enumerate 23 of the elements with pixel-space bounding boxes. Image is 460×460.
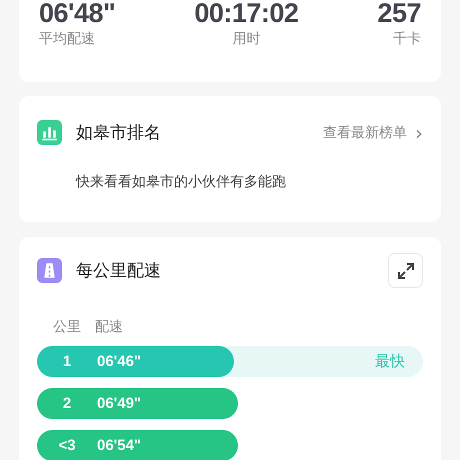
card-title: 如皋市排名 bbox=[76, 122, 161, 144]
road-icon bbox=[37, 258, 62, 283]
stat-value: 06'48" bbox=[39, 0, 116, 26]
pace-value: 06'49" bbox=[97, 395, 142, 412]
expand-icon bbox=[396, 260, 416, 280]
description-text: 快来看看如皋市的小伙伴有多能跑 bbox=[76, 173, 287, 191]
stat-value: 00:17:02 bbox=[194, 0, 298, 26]
km-number: <3 bbox=[57, 437, 77, 454]
km-number: 2 bbox=[62, 395, 72, 412]
pace-value: 06'54" bbox=[97, 437, 142, 454]
expand-button[interactable] bbox=[388, 253, 423, 288]
stat-label: 用时 bbox=[232, 30, 260, 48]
stat-label: 平均配速 bbox=[39, 30, 96, 48]
card-title: 每公里配速 bbox=[76, 260, 161, 282]
column-header: 公里 bbox=[53, 318, 81, 336]
leaderboard-link[interactable]: 查看最新榜单 › bbox=[323, 124, 423, 142]
fastest-tag: 最快 bbox=[375, 352, 405, 371]
stat-label: 千卡 bbox=[392, 30, 421, 48]
pace-value: 06'46" bbox=[97, 353, 142, 370]
km-number: 1 bbox=[62, 353, 72, 370]
bar-chart-icon bbox=[37, 120, 62, 145]
column-header: 配速 bbox=[95, 318, 123, 336]
stat-value: 257 bbox=[377, 0, 421, 26]
